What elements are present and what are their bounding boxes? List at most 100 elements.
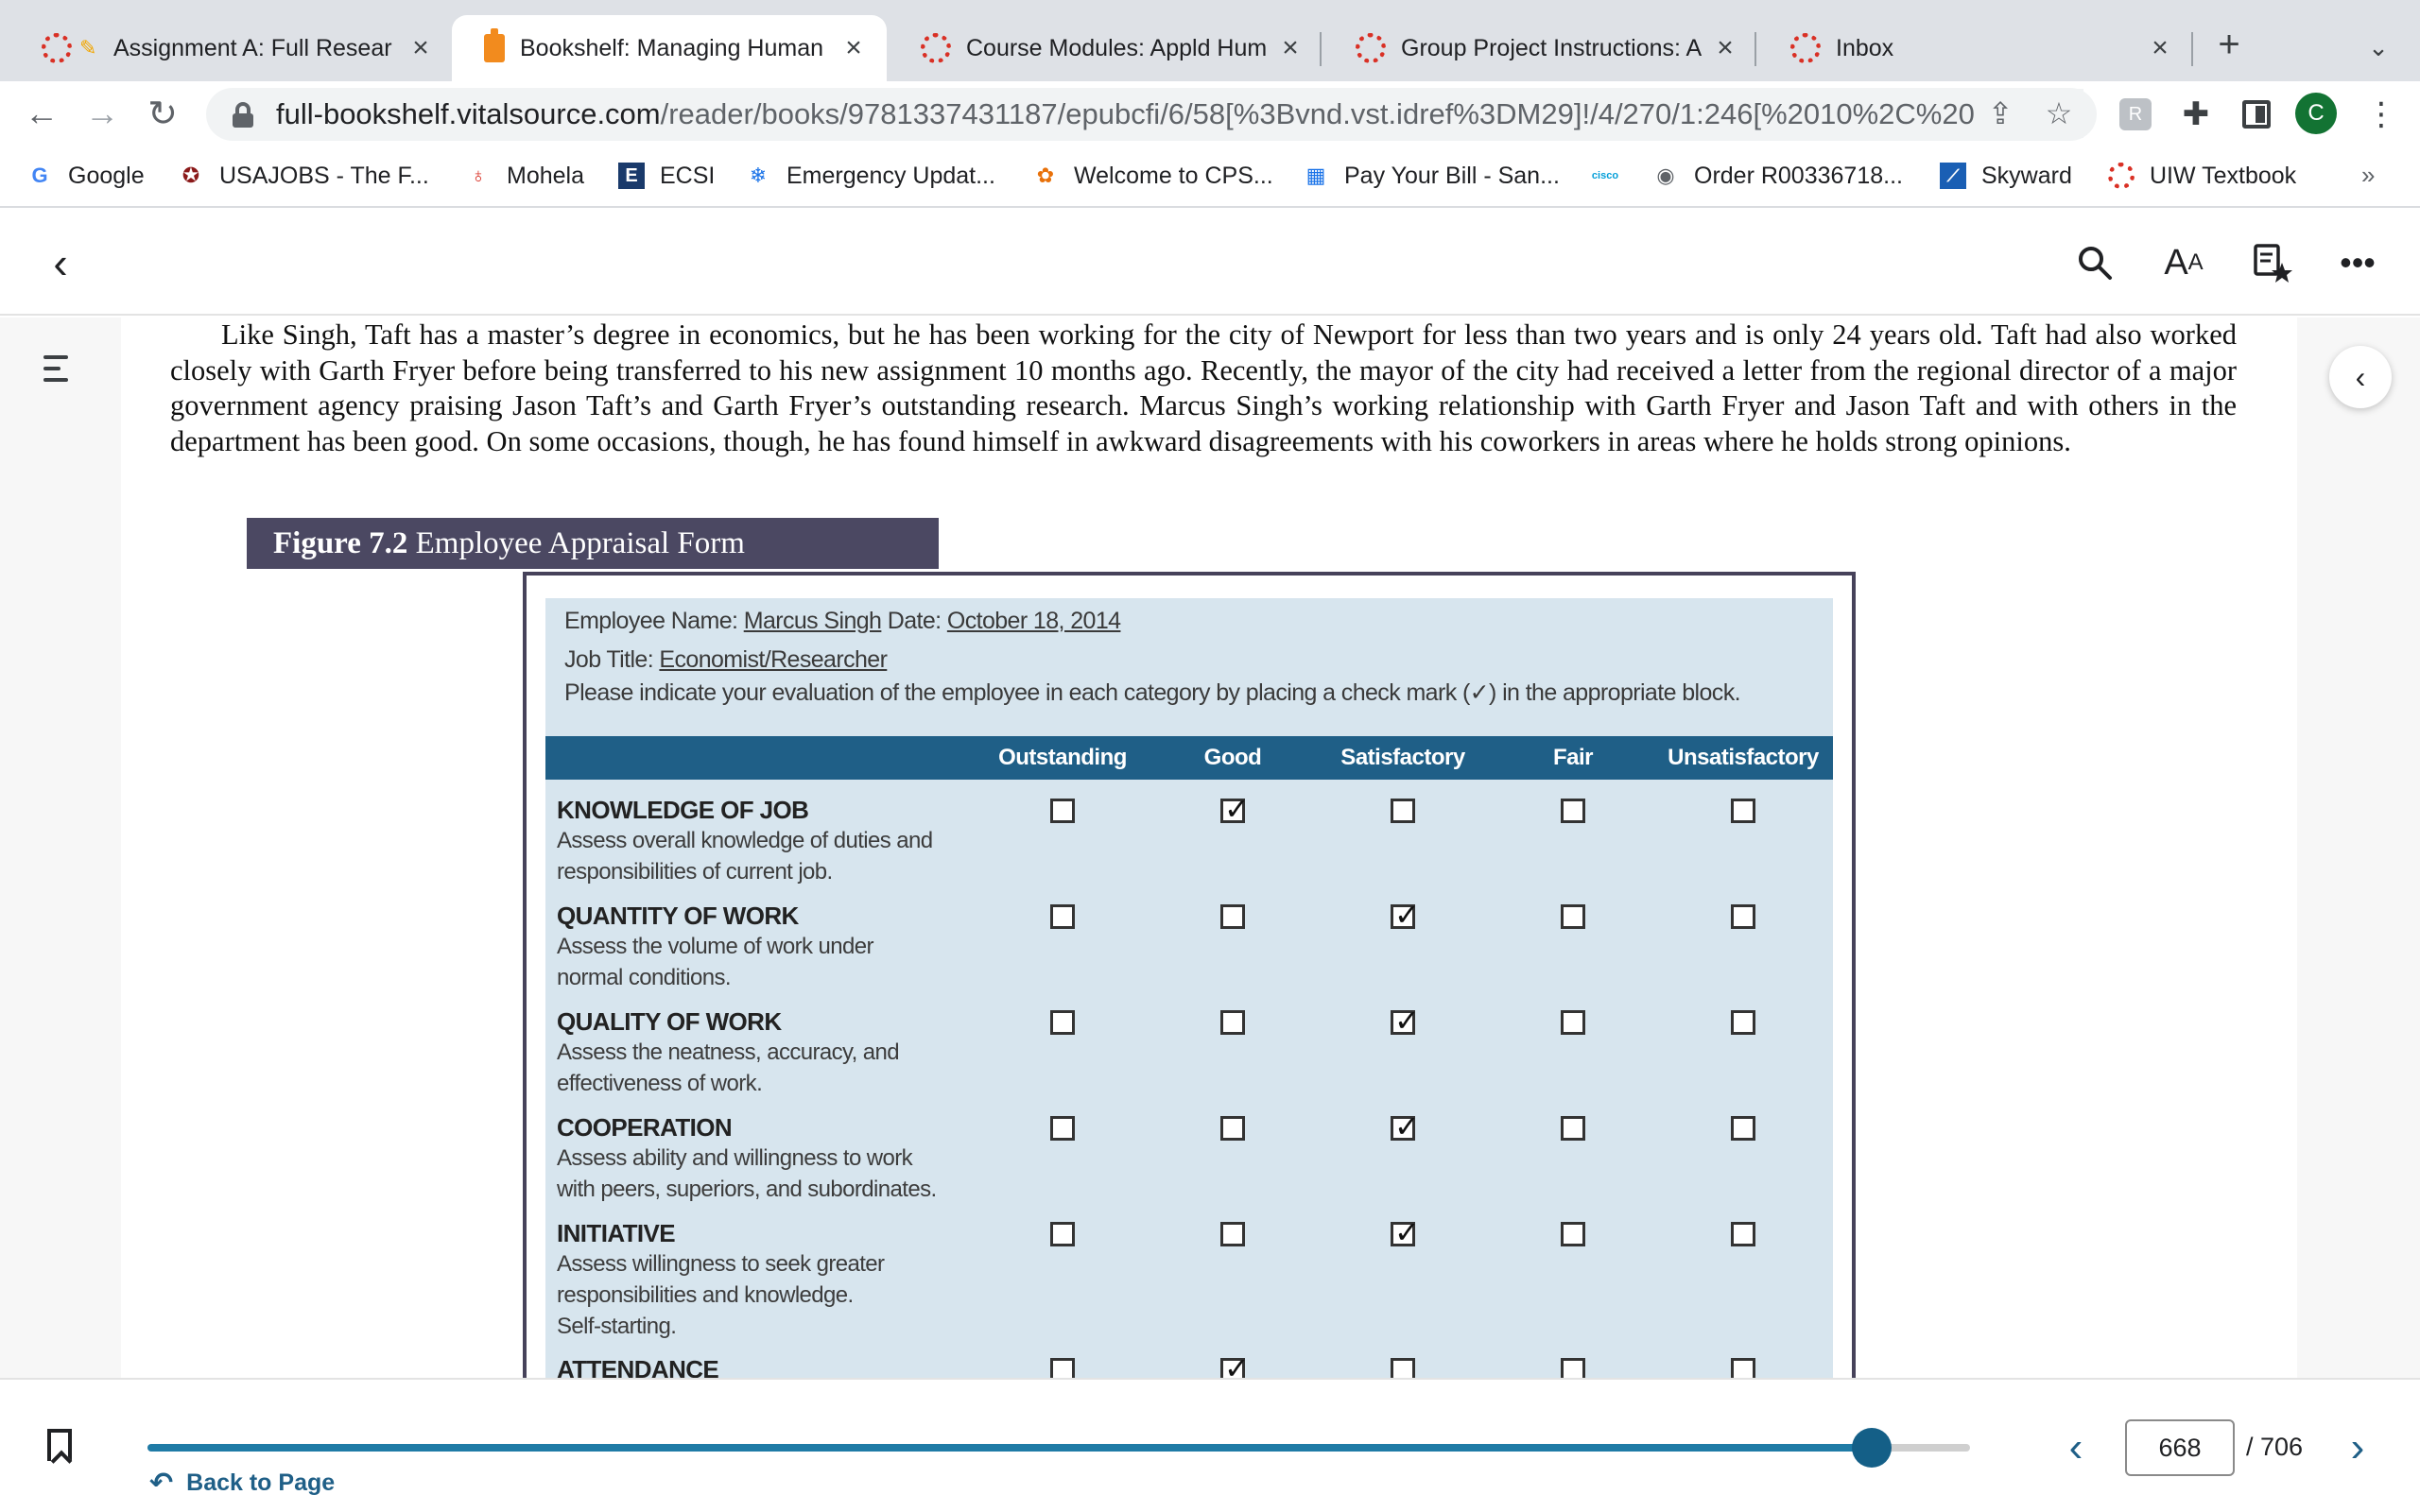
rating-checkbox[interactable]	[1220, 1222, 1245, 1246]
rating-checkbox[interactable]	[1561, 1358, 1585, 1378]
bookmark-emergency[interactable]: ❄ Emergency Updat...	[745, 157, 995, 195]
book-page: Like Singh, Taft has a master’s degree i…	[121, 318, 2297, 1378]
rating-checkbox[interactable]	[1391, 1002, 1420, 1040]
google-icon: G	[31, 163, 48, 187]
rating-checkbox[interactable]	[1391, 896, 1420, 934]
rating-checkbox[interactable]	[1391, 1358, 1415, 1378]
rating-checkbox[interactable]	[1391, 799, 1415, 823]
rating-checkbox[interactable]	[1561, 1222, 1585, 1246]
rating-checkbox[interactable]	[1561, 1116, 1585, 1141]
tab-course-modules[interactable]: Course Modules: Appld Huma ×	[889, 15, 1323, 81]
puzzle-icon[interactable]: ✚	[2172, 91, 2220, 138]
text-size-icon[interactable]: AA	[2157, 236, 2210, 289]
rating-checkbox[interactable]	[1050, 1010, 1075, 1035]
bill-icon: ▦	[1305, 163, 1326, 187]
rating-checkbox[interactable]	[1731, 1358, 1755, 1378]
progress-thumb[interactable]	[1852, 1428, 1893, 1468]
tab-inbox[interactable]: Inbox ×	[1758, 15, 2193, 81]
more-options-icon[interactable]: •••	[2331, 236, 2384, 289]
rating-checkbox[interactable]	[1731, 904, 1755, 929]
bookmark-pay-bill[interactable]: ▦ Pay Your Bill - San...	[1303, 157, 1560, 195]
rating-checkbox[interactable]	[1391, 1213, 1420, 1251]
close-icon[interactable]: ×	[1711, 32, 1739, 63]
rating-checkbox[interactable]	[1050, 1358, 1075, 1378]
close-icon[interactable]: ×	[406, 32, 435, 63]
tab-separator	[2191, 32, 2193, 66]
flashcards-star-icon[interactable]	[2246, 236, 2299, 289]
rating-checkbox[interactable]	[1220, 1116, 1245, 1141]
bookmark-cisco[interactable]: cisco	[1590, 157, 1635, 195]
address-bar[interactable]: full-bookshelf.vitalsource.com/reader/bo…	[206, 88, 2097, 141]
new-tab-button[interactable]: +	[2208, 25, 2250, 66]
tab-bookshelf[interactable]: Bookshelf: Managing Human ×	[452, 15, 887, 81]
bookmark-order[interactable]: ◉ Order R00336718...	[1652, 157, 1903, 195]
tab-title: Bookshelf: Managing Human	[520, 34, 824, 61]
rating-checkbox[interactable]	[1391, 1108, 1420, 1145]
star-icon[interactable]: ☆	[2034, 89, 2083, 138]
bookmark-google[interactable]: G Google	[26, 157, 144, 195]
tab-title: Inbox	[1836, 34, 1894, 61]
bookmark-usajobs[interactable]: ✪ USAJOBS - The F...	[178, 157, 429, 195]
profile-avatar[interactable]: C	[2295, 93, 2337, 134]
rating-checkbox[interactable]	[1731, 1116, 1755, 1141]
ratings-header-row: Outstanding Good Satisfactory Fair Unsat…	[545, 736, 1833, 780]
criterion-4: COOPERATION Assess ability and willingnes…	[557, 1112, 973, 1205]
bookmark-ecsi[interactable]: E ECSI	[618, 157, 715, 195]
close-icon[interactable]: ×	[1276, 32, 1305, 63]
back-to-page-button[interactable]: ↶ Back to Page	[149, 1467, 335, 1500]
next-page-icon[interactable]: ›	[2339, 1421, 2377, 1474]
bookmark-cps[interactable]: ✿ Welcome to CPS...	[1032, 157, 1273, 195]
appraisal-form: Employee Name: Marcus Singh Date: Octobe…	[545, 598, 1833, 1378]
reload-icon[interactable]: ↻	[138, 89, 187, 138]
appraisal-form-figure: Employee Name: Marcus Singh Date: Octobe…	[523, 572, 1856, 1378]
bookmark-uiw[interactable]: UIW Textbook	[2108, 157, 2296, 195]
extension-icon[interactable]: R	[2119, 98, 2152, 130]
canvas-icon	[1356, 33, 1386, 63]
share-icon[interactable]: ⇪	[1976, 89, 2025, 138]
rating-checkbox[interactable]	[1050, 1116, 1075, 1141]
tab-separator	[1754, 32, 1756, 66]
rating-checkbox[interactable]	[1561, 1010, 1585, 1035]
page-number-input[interactable]	[2125, 1419, 2235, 1476]
table-of-contents-icon[interactable]	[43, 355, 78, 389]
url-host: full-bookshelf.vitalsource.com	[276, 97, 661, 130]
bookmark-icon[interactable]	[47, 1429, 72, 1461]
search-icon[interactable]	[2068, 236, 2121, 289]
rating-checkbox[interactable]	[1050, 1222, 1075, 1246]
tab-assignment[interactable]: ✎ Assignment A: Full Resear ×	[9, 15, 454, 81]
bookmark-mohela[interactable]: ♁ Mohela	[465, 157, 584, 195]
back-to-page-label: Back to Page	[186, 1469, 336, 1496]
reading-progress-slider[interactable]	[147, 1428, 1970, 1468]
tab-title: Assignment A: Full Resear	[113, 34, 392, 61]
rating-checkbox[interactable]	[1050, 799, 1075, 823]
collapse-panel-chevron-icon[interactable]: ‹	[2329, 346, 2392, 408]
forward-arrow-icon[interactable]: →	[78, 89, 127, 138]
tab-group-project[interactable]: Group Project Instructions: A ×	[1323, 15, 1758, 81]
rating-checkbox[interactable]	[1220, 790, 1250, 828]
reader-footer: ↶ Back to Page ‹ / 706 ›	[0, 1378, 2420, 1512]
rating-checkbox[interactable]	[1731, 1010, 1755, 1035]
tab-strip: ✎ Assignment A: Full Resear × Bookshelf:…	[0, 0, 2420, 81]
rating-checkbox[interactable]	[1220, 1010, 1245, 1035]
bookmark-skyward[interactable]: ⟋ Skyward	[1940, 157, 2072, 195]
undo-arrow-icon: ↶	[149, 1468, 174, 1499]
rating-checkbox[interactable]	[1050, 904, 1075, 929]
rating-checkbox[interactable]	[1561, 904, 1585, 929]
rating-fair: Fair	[1552, 745, 1594, 770]
page-total: / 706	[2246, 1433, 2304, 1461]
previous-page-icon[interactable]: ‹	[2057, 1421, 2095, 1474]
close-icon[interactable]: ×	[839, 32, 868, 63]
rating-checkbox[interactable]	[1220, 1349, 1250, 1378]
rating-checkbox[interactable]	[1731, 799, 1755, 823]
back-chevron-icon[interactable]: ‹	[34, 236, 87, 289]
rating-checkbox[interactable]	[1731, 1222, 1755, 1246]
kebab-menu-icon[interactable]: ⋮	[2358, 91, 2405, 138]
more-bookmarks-icon[interactable]: »	[2361, 161, 2375, 190]
tab-search-chevron-icon[interactable]: ⌄	[2360, 28, 2397, 66]
back-arrow-icon[interactable]: ←	[17, 89, 66, 138]
rating-checkbox[interactable]	[1220, 904, 1245, 929]
lock-icon	[233, 102, 253, 128]
side-panel-icon[interactable]	[2242, 100, 2271, 129]
rating-checkbox[interactable]	[1561, 799, 1585, 823]
close-icon[interactable]: ×	[2146, 32, 2174, 63]
